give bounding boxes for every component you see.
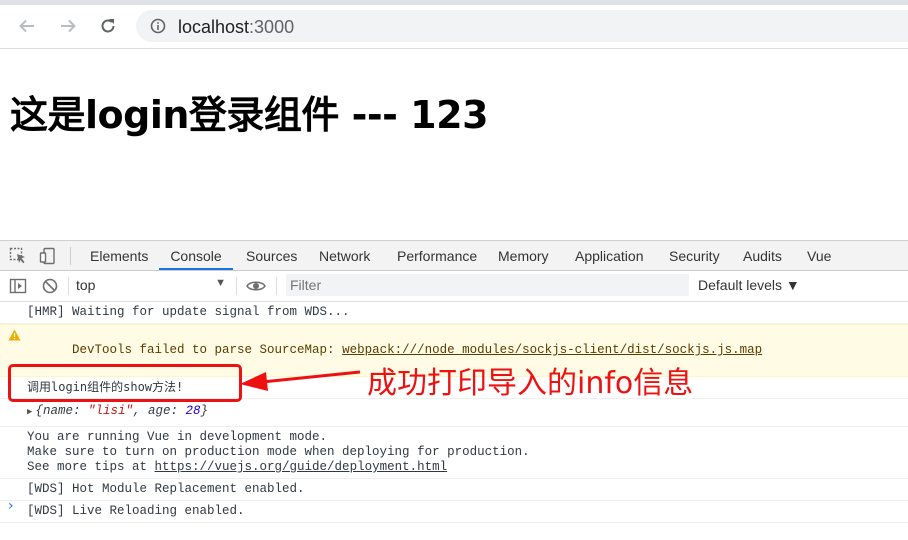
info-icon[interactable] xyxy=(150,18,166,34)
console-message-group: You are running Vue in development mode.… xyxy=(0,427,908,479)
tab-memory[interactable]: Memory xyxy=(498,241,549,270)
vue-dev-mode-line: You are running Vue in development mode. xyxy=(27,430,328,444)
expand-triangle-icon[interactable]: ▶ xyxy=(27,405,32,420)
annotation-arrow-icon xyxy=(240,370,361,391)
sidebar-toggle-icon[interactable] xyxy=(9,277,27,295)
toolbar-separator xyxy=(276,277,277,295)
warning-text: DevTools failed to parse SourceMap: xyxy=(72,343,343,357)
tab-security[interactable]: Security xyxy=(669,241,720,270)
logged-object[interactable]: {name: "lisi", age: 28} xyxy=(35,404,208,418)
context-value: top xyxy=(76,277,96,293)
vue-production-line: Make sure to turn on production mode whe… xyxy=(27,445,530,459)
url-port: :3000 xyxy=(249,17,295,37)
obj-value-name: "lisi" xyxy=(87,404,133,418)
vue-tips-line: See more tips at https://vuejs.org/guide… xyxy=(27,460,908,475)
warning-icon xyxy=(8,329,21,341)
devtools-tabbar: Elements Console Sources Network Perform… xyxy=(0,241,908,271)
url-host: localhost xyxy=(178,17,250,37)
console-messages: [HMR] Waiting for update signal from WDS… xyxy=(0,302,908,523)
tab-elements[interactable]: Elements xyxy=(90,241,148,270)
tab-application[interactable]: Application xyxy=(575,241,644,270)
console-object-row[interactable]: ▶ {name: "lisi", age: 28} xyxy=(0,399,908,427)
reload-icon[interactable] xyxy=(95,13,121,39)
console-toolbar: top ▼ Default levels ▼ xyxy=(0,271,908,302)
obj-open-brace: { xyxy=(35,404,43,418)
vue-tips-prefix: See more tips at xyxy=(27,460,155,474)
context-selector[interactable]: top ▼ xyxy=(76,277,226,295)
obj-key-age: age xyxy=(148,404,171,418)
inspect-element-icon[interactable] xyxy=(9,247,27,265)
tabbar-separator xyxy=(70,247,71,265)
console-message: [WDS] Hot Module Replacement enabled. xyxy=(0,479,908,501)
console-message: [HMR] Waiting for update signal from WDS… xyxy=(0,302,908,324)
back-arrow-icon[interactable] xyxy=(14,13,40,39)
obj-key-name: name xyxy=(42,404,73,418)
eye-icon[interactable] xyxy=(246,277,266,295)
console-prompt-icon[interactable]: › xyxy=(8,498,14,514)
tab-audits[interactable]: Audits xyxy=(743,241,782,270)
address-bar[interactable]: localhost:3000 xyxy=(136,10,908,42)
forward-arrow-icon[interactable] xyxy=(55,13,81,39)
annotation-label: 成功打印导入的info信息 xyxy=(367,366,694,401)
vue-docs-link[interactable]: https://vuejs.org/guide/deployment.html xyxy=(155,460,448,474)
tab-vue[interactable]: Vue xyxy=(807,241,831,270)
tab-performance[interactable]: Performance xyxy=(397,241,477,270)
obj-value-age: 28 xyxy=(185,404,201,418)
tab-sources[interactable]: Sources xyxy=(246,241,297,270)
device-toolbar-icon[interactable] xyxy=(39,247,57,265)
tab-network[interactable]: Network xyxy=(319,241,370,270)
toolbar-separator xyxy=(68,277,69,295)
url-text: localhost:3000 xyxy=(178,17,294,38)
clear-console-icon[interactable] xyxy=(41,277,59,295)
page-title: 这是login登录组件 --- 123 xyxy=(10,93,489,137)
toolbar-separator xyxy=(236,277,237,295)
console-message: [WDS] Live Reloading enabled. xyxy=(0,501,908,523)
browser-toolbar: localhost:3000 xyxy=(0,5,908,49)
log-levels-dropdown[interactable]: Default levels ▼ xyxy=(698,277,800,293)
dropdown-arrow-icon: ▼ xyxy=(215,277,226,289)
annotation-highlight-box xyxy=(8,364,242,402)
obj-close-brace: } xyxy=(200,404,209,418)
tab-console[interactable]: Console xyxy=(159,241,233,270)
console-filter-input[interactable] xyxy=(286,274,689,296)
sourcemap-link[interactable]: webpack:///node_modules/sockjs-client/di… xyxy=(342,343,762,357)
